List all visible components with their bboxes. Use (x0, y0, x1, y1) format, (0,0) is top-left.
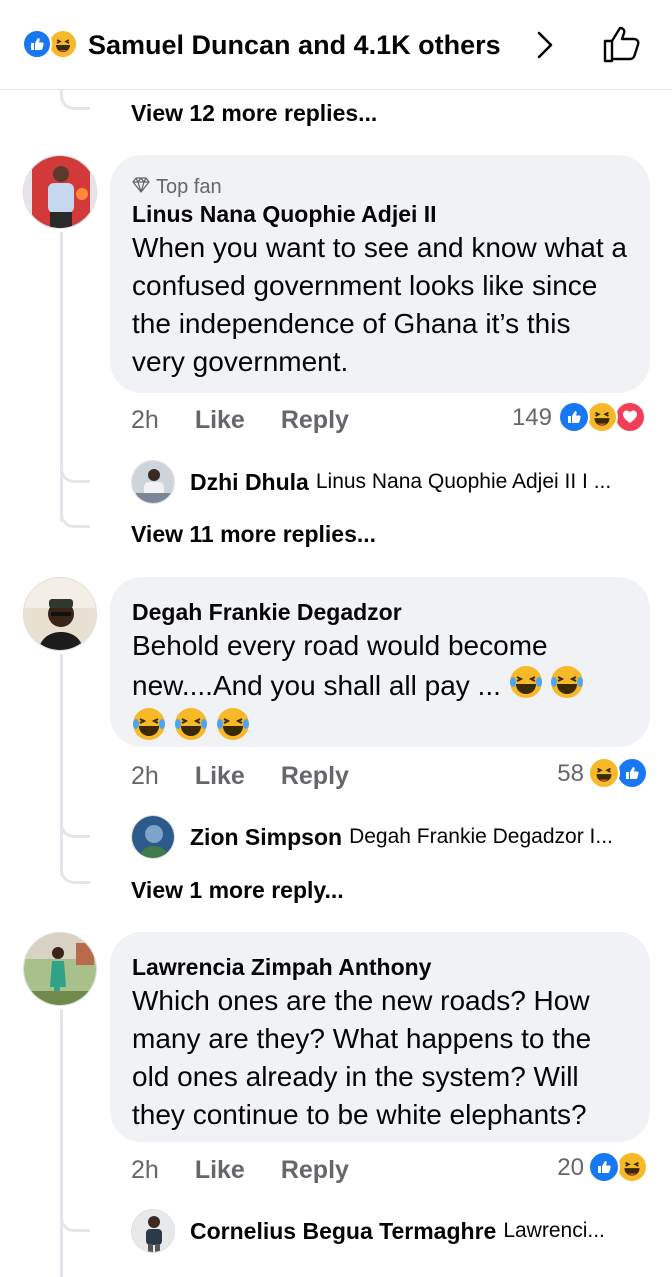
reaction-count[interactable]: 58 (540, 759, 584, 789)
thread-connector (60, 856, 90, 884)
chevron-right-icon[interactable] (534, 30, 556, 65)
comment-reactions[interactable] (588, 757, 652, 789)
thread-connector (60, 500, 90, 528)
view-more-replies-link[interactable]: View 12 more replies... (131, 98, 377, 128)
avatar[interactable] (23, 577, 97, 651)
comment-reactions[interactable] (558, 401, 652, 433)
thread-line (60, 1009, 63, 1277)
like-button[interactable]: Like (195, 405, 245, 435)
diamond-icon (132, 175, 150, 199)
comment-age[interactable]: 2h (131, 761, 159, 791)
emoji-line (132, 707, 628, 751)
comment-text: Behold every road would become new....An… (132, 627, 628, 709)
comment-text: Which ones are the new roads? How many a… (132, 985, 592, 1130)
thread-connector (60, 1204, 90, 1232)
reply-snippet: Degah Frankie Degadzor I... (349, 825, 613, 848)
comment-text: When you want to see and know what a con… (132, 232, 627, 377)
reply-button[interactable]: Reply (281, 1155, 349, 1185)
comment-author[interactable]: Linus Nana Quophie Adjei II (132, 199, 628, 229)
laughing-tears-emoji (174, 707, 208, 751)
thumbs-up-outline-icon[interactable] (602, 24, 644, 69)
like-button[interactable]: Like (195, 1155, 245, 1185)
thread-line (60, 232, 63, 522)
avatar[interactable] (23, 932, 97, 1006)
avatar[interactable] (131, 460, 175, 504)
comment-age[interactable]: 2h (131, 405, 159, 435)
comment-bubble[interactable]: Lawrencia Zimpah Anthony Which ones are … (110, 932, 650, 1142)
reply-button[interactable]: Reply (281, 405, 349, 435)
emoji-group (509, 666, 585, 701)
top-fan-badge: Top fan (132, 175, 628, 199)
badge-label: Top fan (156, 176, 222, 198)
view-more-replies-link[interactable]: View 11 more replies... (131, 519, 376, 549)
haha-icon (616, 1151, 648, 1183)
comment-actions: 2h Like Reply (131, 1155, 349, 1185)
comment-bubble[interactable]: Top fan Linus Nana Quophie Adjei II When… (110, 155, 650, 393)
comment-author[interactable]: Lawrencia Zimpah Anthony (132, 952, 628, 982)
thread-connector (60, 455, 90, 483)
reply-snippet: Lawrenci... (503, 1219, 605, 1242)
reply-button[interactable]: Reply (281, 761, 349, 791)
comment-reactions[interactable] (588, 1151, 652, 1183)
laughing-tears-emoji (550, 665, 584, 709)
laughing-tears-emoji (509, 665, 543, 709)
like-button[interactable]: Like (195, 761, 245, 791)
haha-icon (586, 401, 618, 433)
like-icon (588, 1151, 620, 1183)
reply-preview[interactable]: Dzhi Dhula Linus Nana Quophie Adjei II I… (131, 460, 651, 504)
reaction-count[interactable]: 149 (500, 403, 552, 433)
reply-preview[interactable]: Zion Simpson Degah Frankie Degadzor I... (131, 815, 651, 859)
avatar[interactable] (131, 815, 175, 859)
like-icon (616, 757, 648, 789)
thread-line (60, 654, 63, 876)
reply-snippet: Linus Nana Quophie Adjei II I ... (315, 470, 612, 493)
like-icon (22, 29, 52, 59)
comment-age[interactable]: 2h (131, 1155, 159, 1185)
avatar[interactable] (131, 1209, 175, 1253)
reaction-count[interactable]: 20 (540, 1153, 584, 1183)
love-icon (614, 401, 646, 433)
reactions-header[interactable]: Samuel Duncan and 4.1K others (0, 0, 672, 90)
likers-summary[interactable]: Samuel Duncan and 4.1K others (88, 29, 501, 61)
reply-author[interactable]: Zion Simpson (190, 824, 342, 851)
avatar[interactable] (23, 155, 97, 229)
haha-icon (48, 29, 78, 59)
like-icon (558, 401, 590, 433)
thread-connector (60, 810, 90, 838)
thread-connector (60, 90, 90, 110)
laughing-tears-emoji (216, 707, 250, 751)
header-reactions (22, 29, 84, 61)
comment-bubble[interactable]: Degah Frankie Degadzor Behold every road… (110, 577, 650, 747)
reply-author[interactable]: Cornelius Begua Termaghre (190, 1218, 496, 1245)
reply-author[interactable]: Dzhi Dhula (190, 469, 309, 496)
comment-text-content: Behold every road would become new....An… (132, 630, 548, 701)
reply-preview[interactable]: Cornelius Begua Termaghre Lawrenci... (131, 1209, 651, 1253)
haha-icon (588, 757, 620, 789)
comment-actions: 2h Like Reply (131, 405, 349, 435)
comment-author[interactable]: Degah Frankie Degadzor (132, 597, 628, 627)
view-more-replies-link[interactable]: View 1 more reply... (131, 875, 344, 905)
laughing-tears-emoji (132, 707, 166, 751)
comment-actions: 2h Like Reply (131, 761, 349, 791)
